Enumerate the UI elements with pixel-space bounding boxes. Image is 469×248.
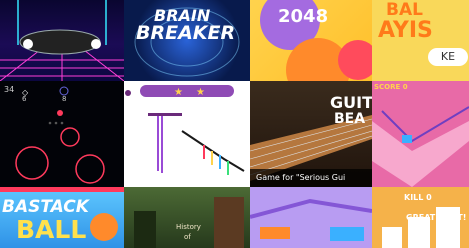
guitar-title: GUIT (330, 93, 372, 112)
ring-left: 6 (22, 95, 27, 103)
great-shot-text: GREAT SHOT! (406, 213, 467, 222)
game-tile-great-shot[interactable]: KILL 0 GREAT SHOT! (372, 187, 469, 248)
game-grid: BRAIN BREAKER 2048 BAL AYIS KE 34 6 8 ◇ (0, 0, 469, 248)
history-line1: History (176, 223, 201, 231)
breaker-title: BREAKER (136, 22, 236, 44)
game-tile-bastack-ball[interactable]: BASTACK BALL (0, 187, 124, 248)
ring-score: 34 (4, 85, 15, 94)
bastack-art (0, 187, 124, 241)
title-2048: 2048 (278, 6, 329, 27)
bal-title: BAL (386, 0, 423, 20)
game-tile-bridge[interactable]: ★ ★ (124, 81, 250, 187)
neon-racer-art (0, 0, 124, 81)
slope-score: SCORE 0 (374, 83, 408, 91)
game-tile-history[interactable]: History of (124, 187, 250, 248)
ring-mid: 8 (62, 95, 67, 103)
game-tile-2048[interactable]: 2048 (250, 0, 372, 81)
kill-title: KILL 0 (404, 193, 432, 202)
beat-title: BEA (334, 111, 366, 127)
guitar-tagline: Game for "Serious Gui (250, 169, 372, 187)
star-icon: ★ (174, 87, 183, 98)
ayis-title: AYIS (378, 18, 433, 43)
game-tile-slope[interactable]: SCORE 0 (372, 81, 469, 187)
star-icon-2: ★ (196, 87, 205, 98)
game-tile-rings[interactable]: 34 6 8 ◇ (0, 81, 124, 187)
game-tile-draw[interactable] (250, 187, 372, 248)
bridge-art: ★ ★ (125, 85, 245, 175)
history-line2: of (184, 233, 191, 241)
draw-art (250, 198, 372, 241)
game-tile-neon-racer[interactable] (0, 0, 124, 81)
slope-art (372, 106, 469, 187)
game-tile-brain-breaker[interactable]: BRAIN BREAKER (124, 0, 250, 81)
game-tile-ball-sayis[interactable]: BAL AYIS KE (372, 0, 469, 81)
ke-badge: KE (428, 48, 468, 66)
game-tile-guitar-beat[interactable]: GUIT BEA Game for "Serious Gui (250, 81, 372, 187)
